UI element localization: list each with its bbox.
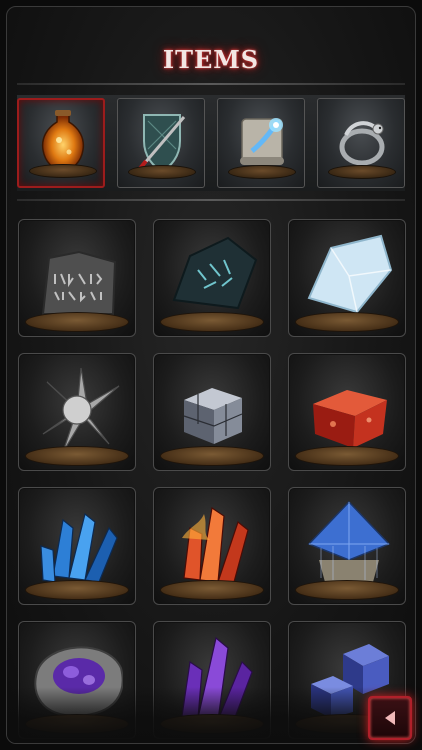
pedestal <box>328 165 396 179</box>
tab-magic[interactable] <box>217 98 305 188</box>
pedestal <box>295 312 399 332</box>
item-slot[interactable] <box>18 487 136 605</box>
amethyst-cluster-icon <box>181 636 253 721</box>
pedestal <box>160 446 264 466</box>
sapphire-pyramid-icon <box>307 500 391 582</box>
tab-consumables[interactable] <box>17 98 105 188</box>
item-slot[interactable] <box>288 487 406 605</box>
item-slot[interactable] <box>18 219 136 337</box>
item-slot[interactable] <box>18 353 136 471</box>
tab-equipment[interactable] <box>117 98 205 188</box>
divider-top <box>17 83 405 85</box>
frost-crystal-icon <box>307 234 393 314</box>
item-grid <box>18 219 406 739</box>
blue-crystal-cluster-icon <box>40 512 118 583</box>
item-slot[interactable] <box>153 487 271 605</box>
pedestal <box>128 165 196 179</box>
triangle-left-icon <box>385 711 395 725</box>
tab-rings[interactable] <box>317 98 405 188</box>
steel-cube-icon <box>183 388 243 444</box>
pedestal <box>25 580 129 600</box>
item-slot[interactable] <box>288 219 406 337</box>
item-slot[interactable] <box>288 353 406 471</box>
red-ember-cube-icon <box>313 390 387 448</box>
page-title: ITEMS <box>162 45 260 74</box>
items-panel: ITEMS <box>6 6 416 744</box>
rune-stone-icon <box>41 250 117 315</box>
pedestal <box>160 312 264 332</box>
dark-rune-shard-icon <box>172 236 258 310</box>
pedestal <box>295 580 399 600</box>
category-tabs <box>17 95 405 191</box>
fire-crystal-cluster-icon <box>182 506 249 583</box>
pedestal <box>29 164 97 178</box>
purple-geode-icon <box>34 646 123 718</box>
item-slot[interactable] <box>153 219 271 337</box>
item-slot[interactable] <box>153 621 271 739</box>
pedestal <box>295 446 399 466</box>
pedestal <box>228 165 296 179</box>
pedestal <box>160 580 264 600</box>
item-slot[interactable] <box>153 353 271 471</box>
silver-shard-cluster-icon <box>42 367 120 453</box>
pedestal <box>25 312 129 332</box>
pedestal <box>25 714 129 734</box>
pedestal <box>25 446 129 466</box>
divider-bottom <box>17 199 405 201</box>
pedestal <box>160 714 264 734</box>
back-button[interactable] <box>368 696 412 740</box>
item-slot[interactable] <box>18 621 136 739</box>
